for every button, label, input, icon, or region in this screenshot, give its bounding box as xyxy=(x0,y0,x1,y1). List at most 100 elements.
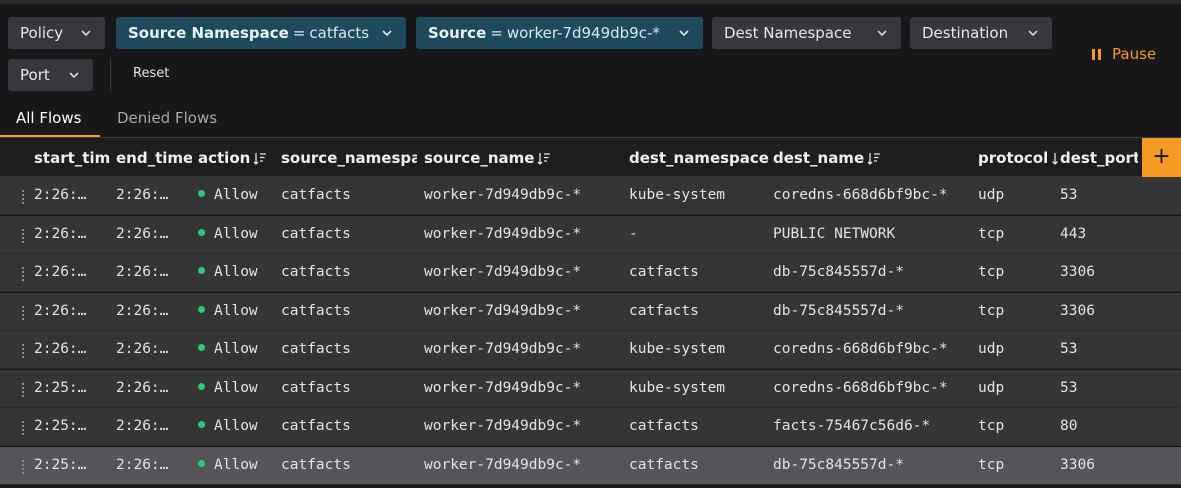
source-filter-key: Source xyxy=(428,24,487,42)
cell-dest-name: facts-75467c56d6-* xyxy=(773,418,931,434)
cell-end-time: 2:26:… xyxy=(116,379,169,396)
allow-status-icon xyxy=(198,344,205,351)
column-header-action[interactable]: action xyxy=(198,149,274,169)
cell-source-namespace: catfacts xyxy=(281,341,351,357)
column-header-protocol[interactable]: protocol xyxy=(978,149,1058,169)
row-drag-handle-icon[interactable] xyxy=(22,382,24,397)
table-row[interactable]: 2:26:… 2:26:… Allow catfacts worker-7d949db9… xyxy=(0,215,1181,254)
cell-protocol: tcp xyxy=(978,264,1005,280)
cell-protocol: tcp xyxy=(978,418,1005,434)
cell-source-name: worker-7d949db9c-* xyxy=(424,187,582,203)
sort-down-icon[interactable] xyxy=(1051,151,1058,169)
source-filter[interactable]: Source = worker-7d949db9c-* xyxy=(416,17,703,49)
cell-dest-name: PUBLIC NETWORK xyxy=(773,225,896,242)
row-drag-handle-icon[interactable] xyxy=(22,305,24,320)
cell-start-time: 2:25:… xyxy=(34,418,87,434)
cell-dest-namespace: catfacts xyxy=(629,302,699,319)
source-namespace-filter-key: Source Namespace xyxy=(128,24,289,42)
row-drag-handle-icon[interactable] xyxy=(22,228,24,243)
table-header: start_time end_time action source_namesp… xyxy=(0,138,1181,177)
table-row[interactable]: 2:26:… 2:26:… Allow catfacts worker-7d949db9… xyxy=(0,292,1181,331)
column-header-dest-port[interactable]: dest_port xyxy=(1060,149,1138,167)
cell-start-time: 2:26:… xyxy=(34,264,87,280)
column-header-source-name-label: source_name xyxy=(424,149,535,167)
cell-action: Allow xyxy=(198,226,274,242)
cell-action: Allow xyxy=(198,303,274,319)
row-drag-handle-icon[interactable] xyxy=(22,459,24,474)
table-row[interactable]: 2:26:… 2:26:… Allow catfacts worker-7d949db9… xyxy=(0,254,1181,292)
allow-status-icon xyxy=(198,459,205,467)
cell-start-time: 2:26:… xyxy=(34,341,87,357)
column-header-source-namespace[interactable]: source_namespace xyxy=(281,149,417,167)
column-header-dest-name[interactable]: dest_name xyxy=(773,149,973,169)
row-drag-handle-icon[interactable] xyxy=(22,267,24,281)
cell-end-time: 2:26:… xyxy=(116,341,169,357)
action-label: Allow xyxy=(214,456,258,473)
cell-action: Allow xyxy=(198,457,274,473)
column-header-dest-namespace[interactable]: dest_namespace xyxy=(629,149,769,167)
filter-divider xyxy=(110,59,111,91)
cell-dest-name: coredns-668d6bf9bc-* xyxy=(773,187,948,203)
source-namespace-filter[interactable]: Source Namespace = catfacts xyxy=(116,17,406,49)
cell-start-time: 2:25:… xyxy=(34,379,87,396)
cell-source-name: worker-7d949db9c-* xyxy=(424,379,582,396)
reset-button[interactable]: Reset xyxy=(133,66,169,81)
row-drag-handle-icon[interactable] xyxy=(22,344,24,358)
cell-dest-port: 80 xyxy=(1060,418,1078,434)
cell-dest-namespace: - xyxy=(629,225,638,242)
table-row[interactable]: 2:25:… 2:26:… Allow catfacts worker-7d949db9… xyxy=(0,446,1181,485)
cell-source-name: worker-7d949db9c-* xyxy=(424,418,582,434)
pause-label: Pause xyxy=(1112,45,1157,63)
action-label: Allow xyxy=(214,264,258,280)
filter-equals: = xyxy=(490,24,503,42)
cell-action: Allow xyxy=(198,187,274,203)
pause-icon xyxy=(1092,48,1102,60)
cell-source-namespace: catfacts xyxy=(281,379,351,396)
column-header-start-time[interactable]: start_time xyxy=(34,149,110,167)
destination-filter[interactable]: Destination xyxy=(910,17,1052,49)
policy-filter[interactable]: Policy xyxy=(8,17,105,49)
cell-action: Allow xyxy=(198,418,274,434)
sort-icon[interactable] xyxy=(253,151,267,169)
row-drag-handle-icon[interactable] xyxy=(22,190,24,204)
column-header-end-time[interactable]: end_time xyxy=(116,149,192,167)
sort-icon[interactable] xyxy=(537,151,551,169)
cell-protocol: udp xyxy=(978,341,1005,357)
cell-dest-namespace: kube-system xyxy=(629,187,726,203)
chevron-down-icon xyxy=(875,26,889,40)
chevron-down-icon xyxy=(79,26,93,40)
cell-dest-port: 53 xyxy=(1060,341,1078,357)
cell-source-name: worker-7d949db9c-* xyxy=(424,302,582,319)
port-filter[interactable]: Port xyxy=(8,59,93,91)
cell-dest-name: db-75c845557d-* xyxy=(773,264,904,280)
table-row[interactable]: 2:25:… 2:26:… Allow catfacts worker-7d949db9… xyxy=(0,408,1181,446)
column-header-source-name[interactable]: source_name xyxy=(424,149,624,169)
allow-status-icon xyxy=(198,382,205,390)
action-label: Allow xyxy=(214,225,258,242)
table-row[interactable]: 2:26:… 2:26:… Allow catfacts worker-7d949db9… xyxy=(0,177,1181,215)
cell-dest-port: 53 xyxy=(1060,379,1078,396)
tab-denied-flows[interactable]: Denied Flows xyxy=(117,109,217,127)
column-header-dest-name-label: dest_name xyxy=(773,149,865,167)
cell-protocol: tcp xyxy=(978,302,1005,319)
tab-all-flows[interactable]: All Flows xyxy=(16,109,81,127)
table-row[interactable]: 2:26:… 2:26:… Allow catfacts worker-7d949db9… xyxy=(0,331,1181,369)
cell-start-time: 2:25:… xyxy=(34,456,87,473)
table-row[interactable]: 2:25:… 2:26:… Allow catfacts worker-7d949db9… xyxy=(0,369,1181,408)
action-label: Allow xyxy=(214,379,258,396)
pause-button[interactable]: Pause xyxy=(1092,44,1156,64)
cell-end-time: 2:26:… xyxy=(116,456,169,473)
cell-source-name: worker-7d949db9c-* xyxy=(424,264,582,280)
add-column-button[interactable]: + xyxy=(1142,138,1181,177)
cell-source-name: worker-7d949db9c-* xyxy=(424,456,582,473)
cell-dest-port: 53 xyxy=(1060,187,1078,203)
flow-tabs: All Flows Denied Flows xyxy=(0,100,1181,138)
dest-namespace-filter[interactable]: Dest Namespace xyxy=(712,17,901,49)
chevron-down-icon xyxy=(67,68,81,82)
sort-icon[interactable] xyxy=(867,151,881,169)
cell-dest-port: 3306 xyxy=(1060,302,1095,319)
row-drag-handle-icon[interactable] xyxy=(22,421,24,435)
cell-end-time: 2:26:… xyxy=(116,225,169,242)
cell-end-time: 2:26:… xyxy=(116,418,169,434)
cell-action: Allow xyxy=(198,341,274,357)
